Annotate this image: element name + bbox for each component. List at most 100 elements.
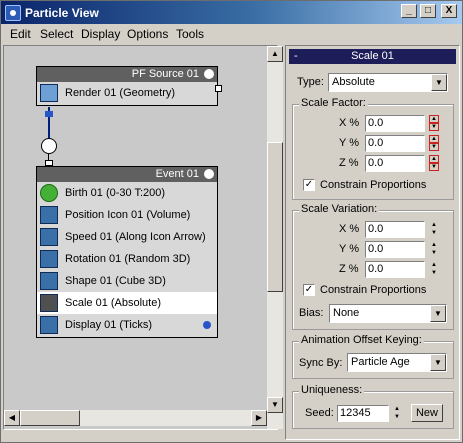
- display-color-dot: [203, 321, 211, 329]
- scale-y-field[interactable]: 0.0: [365, 135, 425, 152]
- wire-arrow: [45, 111, 53, 117]
- scroll-down-button[interactable]: ▼: [267, 397, 283, 413]
- vertical-scrollbar[interactable]: ▲ ▼: [267, 46, 283, 429]
- variation-z-field[interactable]: 0.0: [365, 261, 425, 278]
- minimize-button[interactable]: _: [401, 4, 417, 18]
- scroll-thumb[interactable]: [267, 142, 283, 292]
- group-legend: Scale Variation:: [299, 203, 380, 215]
- uniqueness-group: Uniqueness: Seed: 12345 ▲ ▼ New: [292, 384, 454, 429]
- menu-tools[interactable]: Tools: [176, 27, 204, 41]
- menu-options[interactable]: Options: [127, 27, 168, 41]
- pf-source-node[interactable]: PF Source 01 Render 01 (Geometry): [36, 66, 218, 106]
- birth-icon: [40, 184, 58, 202]
- menu-select[interactable]: Select: [40, 27, 73, 41]
- node-title: Event 01: [155, 168, 199, 180]
- rotation-icon: [40, 250, 58, 268]
- maximize-button[interactable]: □: [420, 4, 436, 18]
- operator-birth[interactable]: Birth 01 (0-30 T:200): [37, 182, 217, 204]
- chevron-down-icon: ▼: [431, 74, 447, 91]
- operator-label: Speed 01 (Along Icon Arrow): [65, 231, 206, 243]
- scale-z-spinner[interactable]: ▲ ▼: [429, 155, 439, 172]
- menu-bar: Edit Select Display Options Tools: [1, 24, 462, 43]
- z-label: Z %: [339, 157, 359, 169]
- close-button[interactable]: X: [441, 4, 457, 18]
- scale-factor-group: Scale Factor: X % 0.0 ▲ ▼ Y % 0.0 ▲ ▼ Z % …: [292, 97, 454, 200]
- operator-rotation[interactable]: Rotation 01 (Random 3D): [37, 248, 217, 270]
- type-select[interactable]: Absolute ▼: [328, 73, 448, 92]
- scale-variation-group: Scale Variation: X % 0.0 ▲ ▼ Y % 0.0 ▲ ▼ Z…: [292, 203, 454, 330]
- operator-scale[interactable]: Scale 01 (Absolute): [37, 292, 217, 314]
- operator-render[interactable]: Render 01 (Geometry): [37, 82, 217, 104]
- group-legend: Scale Factor:: [299, 97, 368, 109]
- scroll-up-button[interactable]: ▲: [267, 46, 283, 62]
- menu-display[interactable]: Display: [81, 27, 120, 41]
- operator-label: Position Icon 01 (Volume): [65, 209, 191, 221]
- type-label: Type:: [297, 76, 324, 88]
- constrain-label: Constrain Proportions: [320, 284, 427, 296]
- menu-edit[interactable]: Edit: [10, 27, 31, 41]
- shape-icon: [40, 272, 58, 290]
- scroll-right-button[interactable]: ▶: [251, 410, 267, 426]
- variation-x-spinner[interactable]: ▲ ▼: [429, 221, 439, 238]
- constrain-proportions-checkbox[interactable]: ✓: [303, 284, 315, 296]
- seed-label: Seed:: [305, 407, 334, 419]
- scale-y-spinner[interactable]: ▲ ▼: [429, 135, 439, 152]
- scroll-thumb[interactable]: [20, 410, 80, 426]
- particle-view-window: Particle View _ □ X Edit Select Display …: [0, 0, 463, 443]
- sync-by-select[interactable]: Particle Age ▼: [347, 353, 447, 372]
- variation-y-spinner[interactable]: ▲ ▼: [429, 241, 439, 258]
- particle-diagram[interactable]: PF Source 01 Render 01 (Geometry) Event …: [3, 45, 283, 430]
- skull-icon: [204, 169, 214, 179]
- rollout-header[interactable]: - Scale 01: [289, 49, 456, 64]
- select-value: Absolute: [332, 76, 375, 88]
- variation-y-field[interactable]: 0.0: [365, 241, 425, 258]
- event-node[interactable]: Event 01 Birth 01 (0-30 T:200) Position …: [36, 166, 218, 338]
- group-legend: Uniqueness:: [299, 384, 365, 396]
- rollout-title: Scale 01: [351, 50, 394, 62]
- collapse-icon[interactable]: -: [294, 49, 298, 64]
- chevron-down-icon: ▼: [430, 305, 446, 322]
- title-bar[interactable]: Particle View _ □ X: [1, 1, 462, 24]
- constrain-label: Constrain Proportions: [320, 179, 427, 191]
- node-header: PF Source 01: [37, 67, 217, 82]
- operator-label: Render 01 (Geometry): [65, 87, 176, 99]
- constrain-proportions-checkbox[interactable]: ✓: [303, 179, 315, 191]
- animation-offset-group: Animation Offset Keying: Sync By: Partic…: [292, 334, 454, 379]
- new-seed-button[interactable]: New: [411, 404, 443, 422]
- position-icon: [40, 206, 58, 224]
- x-label: X %: [339, 117, 360, 129]
- scale-z-field[interactable]: 0.0: [365, 155, 425, 172]
- scroll-left-button[interactable]: ◀: [4, 410, 20, 426]
- input-socket[interactable]: [41, 138, 57, 154]
- variation-z-spinner[interactable]: ▲ ▼: [429, 261, 439, 278]
- operator-speed[interactable]: Speed 01 (Along Icon Arrow): [37, 226, 217, 248]
- scale-x-spinner[interactable]: ▲ ▼: [429, 115, 439, 132]
- sync-by-label: Sync By:: [299, 357, 343, 369]
- parameters-panel: - Scale 01 Type: Absolute ▼ Scale Factor…: [285, 45, 460, 440]
- chevron-down-icon: ▼: [430, 354, 446, 371]
- scale-icon: [40, 294, 58, 312]
- skull-icon: [204, 69, 214, 79]
- render-icon: [40, 84, 58, 102]
- y-label: Y %: [339, 137, 359, 149]
- seed-field[interactable]: 12345: [337, 405, 389, 422]
- horizontal-scrollbar[interactable]: ◀ ▶: [4, 410, 267, 426]
- operator-shape[interactable]: Shape 01 (Cube 3D): [37, 270, 217, 292]
- group-legend: Animation Offset Keying:: [299, 334, 424, 346]
- window-title: Particle View: [25, 6, 99, 20]
- z-label: Z %: [339, 263, 359, 275]
- operator-display[interactable]: Display 01 (Ticks): [37, 314, 217, 336]
- operator-label: Rotation 01 (Random 3D): [65, 253, 191, 265]
- seed-spinner[interactable]: ▲ ▼: [392, 405, 402, 422]
- bias-select[interactable]: None ▼: [329, 304, 447, 323]
- node-title: PF Source 01: [131, 68, 199, 80]
- operator-position-icon[interactable]: Position Icon 01 (Volume): [37, 204, 217, 226]
- output-socket[interactable]: [215, 85, 222, 92]
- select-value: None: [333, 307, 360, 319]
- scale-x-field[interactable]: 0.0: [365, 115, 425, 132]
- select-value: Particle Age: [351, 356, 410, 368]
- y-label: Y %: [339, 243, 359, 255]
- app-icon: [5, 5, 21, 21]
- operator-label: Birth 01 (0-30 T:200): [65, 187, 166, 199]
- variation-x-field[interactable]: 0.0: [365, 221, 425, 238]
